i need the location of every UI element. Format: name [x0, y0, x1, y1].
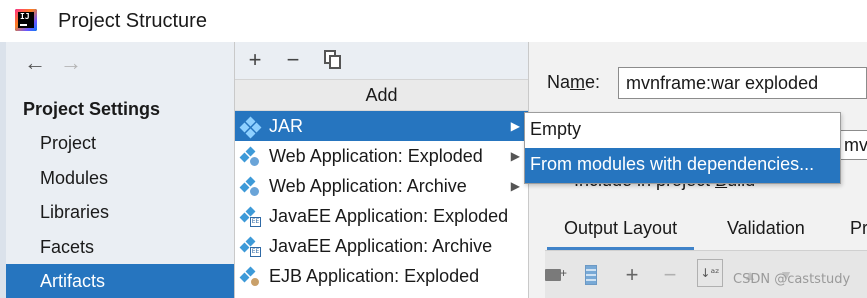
back-arrow-icon[interactable]: ← [24, 50, 46, 75]
submenu-item-empty[interactable]: Empty [525, 113, 840, 148]
sidebar: ← → Project Settings Project Modules Libr… [0, 42, 234, 298]
create-directory-icon[interactable] [545, 263, 567, 285]
menu-item-label: EJB Application: Exploded [269, 266, 480, 286]
submenu-item-from-modules[interactable]: From modules with dependencies... [525, 148, 840, 183]
menu-item-label: JavaEE Application: Archive [269, 236, 493, 256]
name-label: Name: [547, 72, 601, 92]
menu-item-label: JavaEE Application: Exploded [269, 206, 509, 226]
menu-item-ejb-exploded[interactable]: EJB Application: Exploded [235, 261, 528, 291]
web-artifact-icon [239, 146, 260, 167]
menu-item-web-exploded[interactable]: Web Application: Exploded ▶ [235, 141, 528, 171]
add-artifact-popup: + − Add JAR ▶ Web Application: Exploded … [234, 42, 529, 298]
intellij-logo-icon: IJ [15, 9, 37, 31]
artifact-icon [239, 116, 262, 139]
tab-pre-processing[interactable]: Pr [850, 210, 867, 250]
submenu-arrow-icon: ▶ [510, 149, 520, 163]
submenu-arrow-icon: ▶ [510, 119, 520, 133]
remove-element-button[interactable]: − [659, 264, 681, 286]
remove-artifact-button[interactable]: − [279, 46, 307, 74]
submenu-arrow-icon: ▶ [510, 179, 520, 193]
sidebar-item-project[interactable]: Project [6, 126, 234, 160]
window-title: Project Structure [58, 10, 207, 32]
settings-tabs: Output Layout Validation Pr [547, 210, 867, 250]
javaee-artifact-icon: EE [239, 206, 261, 227]
ejb-artifact-icon [239, 266, 260, 287]
javaee-artifact-icon: EE [239, 236, 261, 257]
menu-item-label: Web Application: Exploded [269, 146, 483, 166]
artifacts-toolbar: + − [235, 42, 528, 80]
tab-validation[interactable]: Validation [727, 210, 805, 250]
watermark: CSDN @caststudy [733, 272, 851, 287]
popup-header: Add [235, 80, 528, 111]
copy-icon[interactable] [324, 50, 342, 70]
menu-item-web-archive[interactable]: Web Application: Archive ▶ [235, 171, 528, 201]
sidebar-section-title: Project Settings [23, 99, 161, 119]
sidebar-item-modules[interactable]: Modules [6, 161, 234, 195]
menu-item-javaee-exploded[interactable]: EE JavaEE Application: Exploded [235, 201, 528, 231]
menu-item-javaee-archive[interactable]: EE JavaEE Application: Archive [235, 231, 528, 261]
archive-icon[interactable] [581, 265, 603, 285]
artifact-type-field[interactable]: mvn [839, 130, 867, 160]
history-nav: ← → [24, 50, 96, 76]
sort-icon[interactable]: ↓ᵃᶻ [697, 259, 723, 287]
web-artifact-icon [239, 176, 260, 197]
forward-arrow-icon[interactable]: → [60, 50, 82, 75]
add-copy-button[interactable]: + [621, 264, 643, 286]
tab-output-layout[interactable]: Output Layout [547, 210, 695, 250]
jar-submenu: Empty From modules with dependencies... [524, 112, 841, 184]
add-artifact-button[interactable]: + [241, 46, 269, 74]
menu-item-jar[interactable]: JAR ▶ [235, 111, 528, 141]
sidebar-item-facets[interactable]: Facets [6, 230, 234, 264]
menu-item-label: JAR [269, 116, 304, 136]
artifact-name-input[interactable]: mvnframe:war exploded [618, 67, 867, 99]
title-bar: IJ Project Structure [0, 0, 867, 42]
menu-item-label: Web Application: Archive [269, 176, 467, 196]
sidebar-item-artifacts[interactable]: Artifacts [6, 264, 234, 298]
sidebar-item-libraries[interactable]: Libraries [6, 195, 234, 229]
